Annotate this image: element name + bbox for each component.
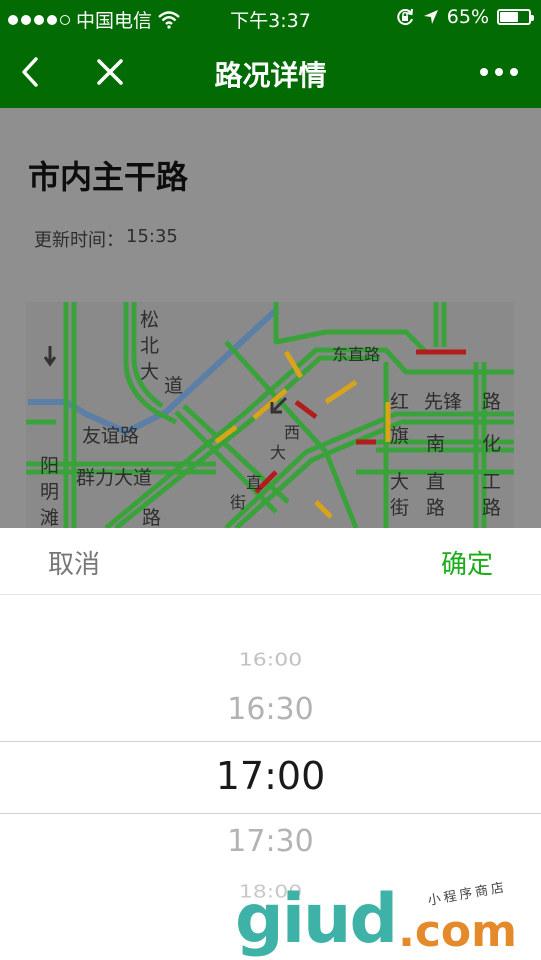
map-label: 阳 <box>40 455 59 477</box>
map-label: 工 <box>482 471 501 493</box>
map-label: 大 <box>270 443 286 462</box>
picker-option[interactable]: 17:30 <box>0 824 541 859</box>
page-content: 市内主干路 更新时间： 15:35 松 北 大 道 东直路 红 先锋 路 友谊路… <box>0 108 541 528</box>
selection-top-line <box>0 741 541 742</box>
map-label: 明 <box>40 481 59 503</box>
map-label: 街 <box>230 493 246 512</box>
picker-toolbar: 取消 确定 <box>0 528 541 595</box>
traffic-map-svg: 松 北 大 道 东直路 红 先锋 路 友谊路 西 大 旗 南 化 阳 明 滩 群… <box>26 302 514 528</box>
battery-percent: 65% <box>446 6 489 28</box>
update-label: 更新时间： <box>34 230 124 251</box>
traffic-map[interactable]: 松 北 大 道 东直路 红 先锋 路 友谊路 西 大 旗 南 化 阳 明 滩 群… <box>26 302 514 528</box>
confirm-button[interactable]: 确定 <box>441 544 493 581</box>
map-label: 东直路 <box>332 345 380 364</box>
map-label: 直 <box>246 473 262 492</box>
nav-title: 路况详情 <box>214 59 327 92</box>
rotation-lock-icon <box>397 8 413 26</box>
map-label: 路 <box>482 391 501 413</box>
map-label: 南 <box>426 433 445 455</box>
time-picker: 取消 确定 16:00 16:30 17:00 17:30 18:00 小程序商… <box>0 528 541 960</box>
map-label: 松 <box>140 309 159 331</box>
map-label: 旗 <box>390 425 409 447</box>
more-button[interactable] <box>469 50 529 94</box>
map-label: 友谊路 <box>82 425 139 447</box>
picker-option[interactable]: 16:00 <box>0 651 541 671</box>
map-label: 直 <box>426 471 445 493</box>
watermark-text: giud <box>235 880 398 959</box>
map-label: 街 <box>390 497 409 519</box>
map-label: 红 <box>390 391 409 413</box>
location-arrow-icon <box>423 10 438 24</box>
update-info: 更新时间： 15:35 <box>34 226 178 252</box>
status-right: 65% <box>395 6 534 28</box>
map-label: 大 <box>390 471 409 493</box>
map-label: 群力大道 <box>76 467 152 489</box>
watermark-logo: giud .com <box>235 886 517 954</box>
map-label: 北 <box>140 335 159 357</box>
update-time: 15:35 <box>126 226 178 247</box>
map-label: 先锋 <box>424 391 462 413</box>
cancel-button[interactable]: 取消 <box>48 544 100 581</box>
map-label: 化 <box>482 433 501 455</box>
arrow-down-icon <box>43 346 57 367</box>
nav-bar: 路况详情 <box>0 36 541 108</box>
picker-option[interactable]: 16:30 <box>0 692 541 727</box>
selection-bottom-line <box>0 813 541 814</box>
map-label: 滩 <box>40 507 59 528</box>
picker-option-selected[interactable]: 17:00 <box>0 754 541 798</box>
more-dots-icon <box>480 68 518 76</box>
watermark-suffix: .com <box>398 906 517 957</box>
map-label: 西 <box>284 423 300 442</box>
map-label: 路 <box>482 497 501 519</box>
battery-icon <box>497 9 534 25</box>
map-label: 路 <box>426 497 445 519</box>
map-label: 路 <box>142 507 161 528</box>
map-label: 大 <box>140 361 159 383</box>
map-label: 道 <box>164 375 183 397</box>
status-bar: 中国电信 下午3:37 65% <box>0 0 541 36</box>
page-title: 市内主干路 <box>28 158 189 196</box>
